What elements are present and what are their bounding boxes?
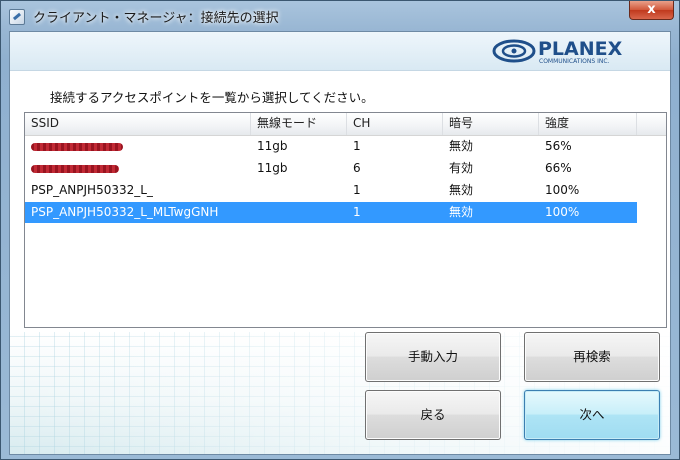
- instruction-text: 接続するアクセスポイントを一覧から選択してください。: [50, 90, 374, 105]
- cell-mode: 11gb: [257, 139, 288, 153]
- table-row[interactable]: PSP_ANPJH50332_L_ 1 無効 100%: [25, 180, 637, 201]
- title-bar[interactable]: クライアント・マネージャ：接続先の選択 x: [1, 1, 679, 31]
- cell-strength: 56%: [545, 139, 572, 153]
- cell-mode: 11gb: [257, 161, 288, 175]
- cell-encryption: 無効: [449, 139, 474, 153]
- cell-ssid: [25, 158, 251, 179]
- cell-encryption: 無効: [449, 205, 474, 219]
- cell-channel: 1: [353, 183, 361, 197]
- close-button[interactable]: x: [629, 1, 674, 20]
- cell-channel: 1: [353, 139, 361, 153]
- cell-ssid: PSP_ANPJH50332_L_: [31, 183, 153, 197]
- cell-mode: [251, 180, 347, 201]
- client-area: PLANEX COMMUNICATIONS INC. 接続するアクセスポイントを…: [9, 31, 671, 455]
- table-row[interactable]: 11gb 1 無効 56%: [25, 136, 637, 157]
- planex-logo: PLANEX COMMUNICATIONS INC.: [492, 38, 623, 65]
- cell-ssid: PSP_ANPJH50332_L_MLTwgGNH: [31, 205, 219, 219]
- brand-tagline: COMMUNICATIONS INC.: [539, 58, 610, 65]
- cell-ssid: [25, 136, 251, 157]
- planex-logo-icon: [492, 39, 536, 63]
- cell-mode: [251, 202, 347, 223]
- cell-strength: 66%: [545, 161, 572, 175]
- list-header: SSID 無線モード CH 暗号 強度: [25, 113, 666, 136]
- column-header-filler: [637, 113, 666, 135]
- column-header-mode[interactable]: 無線モード: [251, 113, 347, 135]
- redacted-ssid: [31, 143, 123, 151]
- next-button[interactable]: 次へ: [524, 390, 660, 440]
- cell-channel: 6: [353, 161, 361, 175]
- cell-strength: 100%: [545, 183, 580, 197]
- app-icon: [9, 9, 25, 25]
- column-header-ssid[interactable]: SSID: [25, 113, 251, 135]
- column-header-channel[interactable]: CH: [347, 113, 443, 135]
- access-point-list[interactable]: SSID 無線モード CH 暗号 強度 11gb 1 無効 56% 11gb 6 有効 66%…: [24, 112, 667, 328]
- redacted-ssid: [31, 165, 119, 173]
- cell-encryption: 有効: [449, 161, 474, 175]
- table-row[interactable]: PSP_ANPJH50332_L_MLTwgGNH 1 無効 100%: [25, 202, 637, 223]
- cell-strength: 100%: [545, 205, 580, 219]
- brand-name: PLANEX: [538, 38, 623, 60]
- cell-channel: 1: [353, 205, 361, 219]
- dialog-window: クライアント・マネージャ：接続先の選択 x PLANEX COMMUNICATI…: [0, 0, 680, 460]
- brand-header: PLANEX COMMUNICATIONS INC.: [10, 32, 670, 71]
- rescan-button[interactable]: 再検索: [524, 332, 660, 382]
- manual-entry-button[interactable]: 手動入力: [365, 332, 501, 382]
- back-button[interactable]: 戻る: [365, 390, 501, 440]
- table-row[interactable]: 11gb 6 有効 66%: [25, 158, 637, 179]
- window-title: クライアント・マネージャ：接続先の選択: [33, 11, 279, 26]
- column-header-strength[interactable]: 強度: [539, 113, 637, 135]
- column-header-encryption[interactable]: 暗号: [443, 113, 539, 135]
- cell-encryption: 無効: [449, 183, 474, 197]
